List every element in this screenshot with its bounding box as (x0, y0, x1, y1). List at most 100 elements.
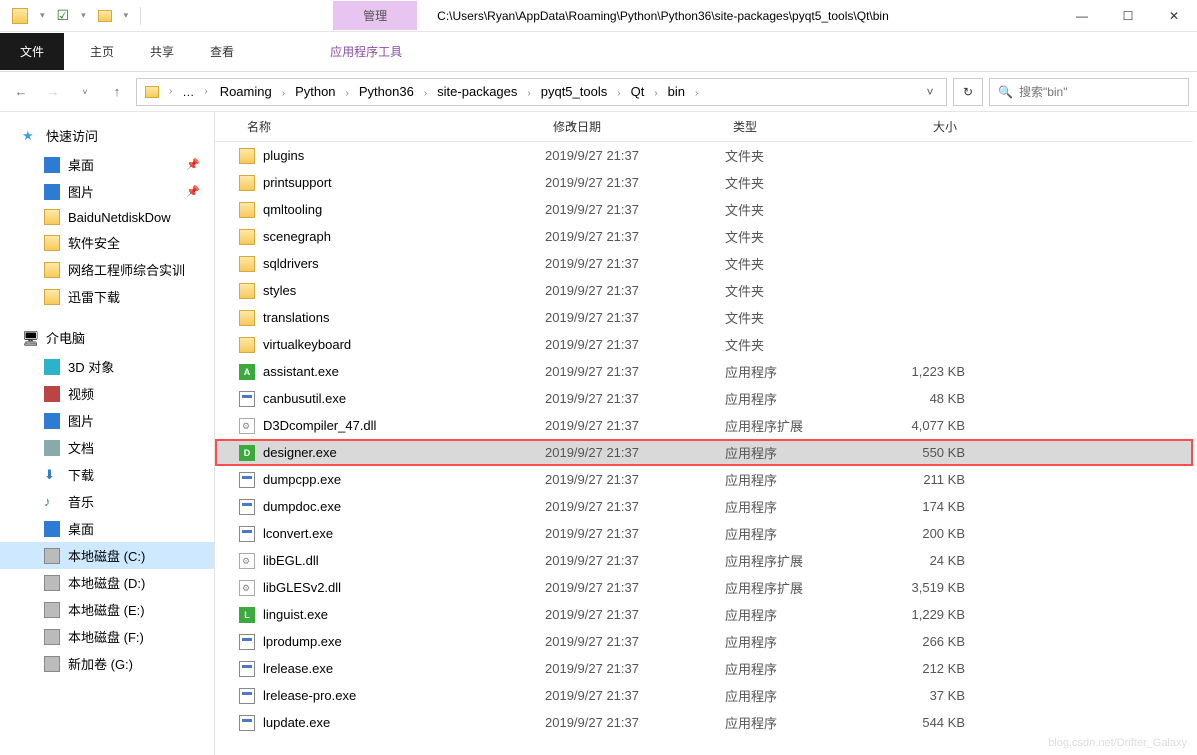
file-row[interactable]: qmltooling2019/9/27 21:37文件夹 (215, 196, 1193, 223)
file-size: 48 KB (875, 391, 965, 406)
file-row[interactable]: translations2019/9/27 21:37文件夹 (215, 304, 1193, 331)
file-name: D3Dcompiler_47.dll (263, 418, 376, 433)
sidebar-item[interactable]: 桌面 (0, 515, 214, 542)
sidebar-item[interactable]: 音乐 (0, 488, 214, 515)
breadcrumb-segment[interactable]: Qt (625, 80, 651, 103)
qat-dropdown-icon[interactable]: ▾ (40, 10, 45, 21)
search-box[interactable]: 🔍 (989, 78, 1189, 106)
chevron-right-icon[interactable]: › (650, 88, 661, 99)
file-size: 24 KB (875, 553, 965, 568)
chevron-right-icon[interactable]: › (691, 88, 702, 99)
file-tab[interactable]: 文件 (0, 33, 64, 70)
refresh-button[interactable]: ↻ (953, 78, 983, 106)
view-tab[interactable]: 查看 (192, 33, 252, 70)
chevron-right-icon[interactable]: › (523, 88, 534, 99)
file-row[interactable]: virtualkeyboard2019/9/27 21:37文件夹 (215, 331, 1193, 358)
sidebar-item[interactable]: 图片📌 (0, 178, 214, 205)
file-name: assistant.exe (263, 364, 339, 379)
sidebar-item[interactable]: 文档 (0, 434, 214, 461)
music-icon (44, 494, 60, 510)
file-row[interactable]: lprodump.exe2019/9/27 21:37应用程序266 KB (215, 628, 1193, 655)
file-row[interactable]: printsupport2019/9/27 21:37文件夹 (215, 169, 1193, 196)
chevron-right-icon[interactable]: › (420, 88, 431, 99)
sidebar-item-label: 桌面 (68, 155, 94, 174)
file-row[interactable]: lrelease.exe2019/9/27 21:37应用程序212 KB (215, 655, 1193, 682)
sidebar-item[interactable]: 本地磁盘 (F:) (0, 623, 214, 650)
forward-button[interactable]: → (40, 79, 66, 105)
sidebar-item[interactable]: 图片 (0, 407, 214, 434)
sidebar-item[interactable]: 迅雷下载 (0, 283, 214, 310)
sidebar-item[interactable]: 桌面📌 (0, 151, 214, 178)
sidebar-item[interactable]: 网络工程师综合实训 (0, 256, 214, 283)
breadcrumb-segment[interactable]: Python36 (353, 80, 420, 103)
qat-dropdown-icon[interactable]: ▾ (81, 10, 86, 21)
breadcrumb-segment[interactable]: bin (662, 80, 691, 103)
address-dropdown-icon[interactable]: ˅ (918, 85, 942, 99)
sidebar-item[interactable]: 本地磁盘 (E:) (0, 596, 214, 623)
sidebar-item[interactable]: 本地磁盘 (D:) (0, 569, 214, 596)
sidebar-item[interactable]: 3D 对象 (0, 353, 214, 380)
back-button[interactable]: ← (8, 79, 34, 105)
chevron-right-icon[interactable]: › (278, 88, 289, 99)
sidebar-item[interactable]: 软件安全 (0, 229, 214, 256)
breadcrumb-segment[interactable]: Python (289, 80, 341, 103)
folder-icon (44, 235, 60, 251)
file-type: 应用程序 (725, 659, 875, 678)
sidebar-item[interactable]: BaiduNetdiskDow (0, 205, 214, 229)
chevron-right-icon[interactable]: › (342, 88, 353, 99)
file-row[interactable]: D3Dcompiler_47.dll2019/9/27 21:37应用程序扩展4… (215, 412, 1193, 439)
file-row[interactable]: lrelease-pro.exe2019/9/27 21:37应用程序37 KB (215, 682, 1193, 709)
file-row[interactable]: sqldrivers2019/9/27 21:37文件夹 (215, 250, 1193, 277)
file-row[interactable]: Llinguist.exe2019/9/27 21:37应用程序1,229 KB (215, 601, 1193, 628)
share-tab[interactable]: 共享 (132, 33, 192, 70)
up-button[interactable]: ↑ (104, 79, 130, 105)
col-type[interactable]: 类型 (725, 118, 875, 135)
breadcrumb-ellipsis[interactable]: … (178, 85, 198, 99)
file-row[interactable]: dumpdoc.exe2019/9/27 21:37应用程序174 KB (215, 493, 1193, 520)
col-name[interactable]: 名称 (239, 118, 545, 135)
manage-contextual-tab[interactable]: 管理 (333, 1, 417, 30)
file-row[interactable]: lconvert.exe2019/9/27 21:37应用程序200 KB (215, 520, 1193, 547)
file-date: 2019/9/27 21:37 (545, 553, 725, 568)
file-row[interactable]: styles2019/9/27 21:37文件夹 (215, 277, 1193, 304)
app-tools-tab[interactable]: 应用程序工具 (312, 33, 420, 70)
file-row[interactable]: Aassistant.exe2019/9/27 21:37应用程序1,223 K… (215, 358, 1193, 385)
search-input[interactable] (1019, 85, 1180, 99)
file-row[interactable]: libGLESv2.dll2019/9/27 21:37应用程序扩展3,519 … (215, 574, 1193, 601)
quick-access-header[interactable]: 快速访问 (0, 120, 214, 151)
home-tab[interactable]: 主页 (72, 33, 132, 70)
file-row[interactable]: dumpcpp.exe2019/9/27 21:37应用程序211 KB (215, 466, 1193, 493)
chevron-right-icon[interactable]: › (613, 88, 624, 99)
file-name: virtualkeyboard (263, 337, 351, 352)
sidebar-item[interactable]: 新加卷 (G:) (0, 650, 214, 677)
close-button[interactable]: ✕ (1151, 0, 1197, 32)
folder-icon[interactable] (98, 10, 112, 22)
sidebar-item[interactable]: 本地磁盘 (C:) (0, 542, 214, 569)
this-pc-header[interactable]: 介电脑 (0, 322, 214, 353)
file-row[interactable]: lupdate.exe2019/9/27 21:37应用程序544 KB (215, 709, 1193, 736)
breadcrumb-segment[interactable]: pyqt5_tools (535, 80, 614, 103)
breadcrumb-segment[interactable]: Roaming (214, 80, 278, 103)
file-row[interactable]: plugins2019/9/27 21:37文件夹 (215, 142, 1193, 169)
file-date: 2019/9/27 21:37 (545, 634, 725, 649)
chevron-right-icon[interactable]: › (165, 86, 176, 97)
maximize-button[interactable]: ☐ (1105, 0, 1151, 32)
sidebar-item[interactable]: 下载 (0, 461, 214, 488)
qat-overflow-icon[interactable]: ▾ (124, 10, 129, 21)
file-row[interactable]: Ddesigner.exe2019/9/27 21:37应用程序550 KB (215, 439, 1193, 466)
breadcrumb-segment[interactable]: site-packages (431, 80, 523, 103)
file-row[interactable]: canbusutil.exe2019/9/27 21:37应用程序48 KB (215, 385, 1193, 412)
file-row[interactable]: libEGL.dll2019/9/27 21:37应用程序扩展24 KB (215, 547, 1193, 574)
sidebar-item[interactable]: 视频 (0, 380, 214, 407)
chevron-right-icon[interactable]: › (200, 86, 211, 97)
file-row[interactable]: scenegraph2019/9/27 21:37文件夹 (215, 223, 1193, 250)
sidebar-item-label: 视频 (68, 384, 94, 403)
check-icon[interactable]: ☑ (57, 7, 70, 24)
col-date[interactable]: 修改日期 (545, 118, 725, 135)
address-bar[interactable]: › … › Roaming›Python›Python36›site-packa… (136, 78, 947, 106)
folder-icon (239, 148, 255, 164)
recent-dropdown[interactable]: ˅ (72, 79, 98, 105)
col-size[interactable]: 大小 (875, 118, 965, 135)
minimize-button[interactable]: — (1059, 0, 1105, 32)
file-date: 2019/9/27 21:37 (545, 283, 725, 298)
